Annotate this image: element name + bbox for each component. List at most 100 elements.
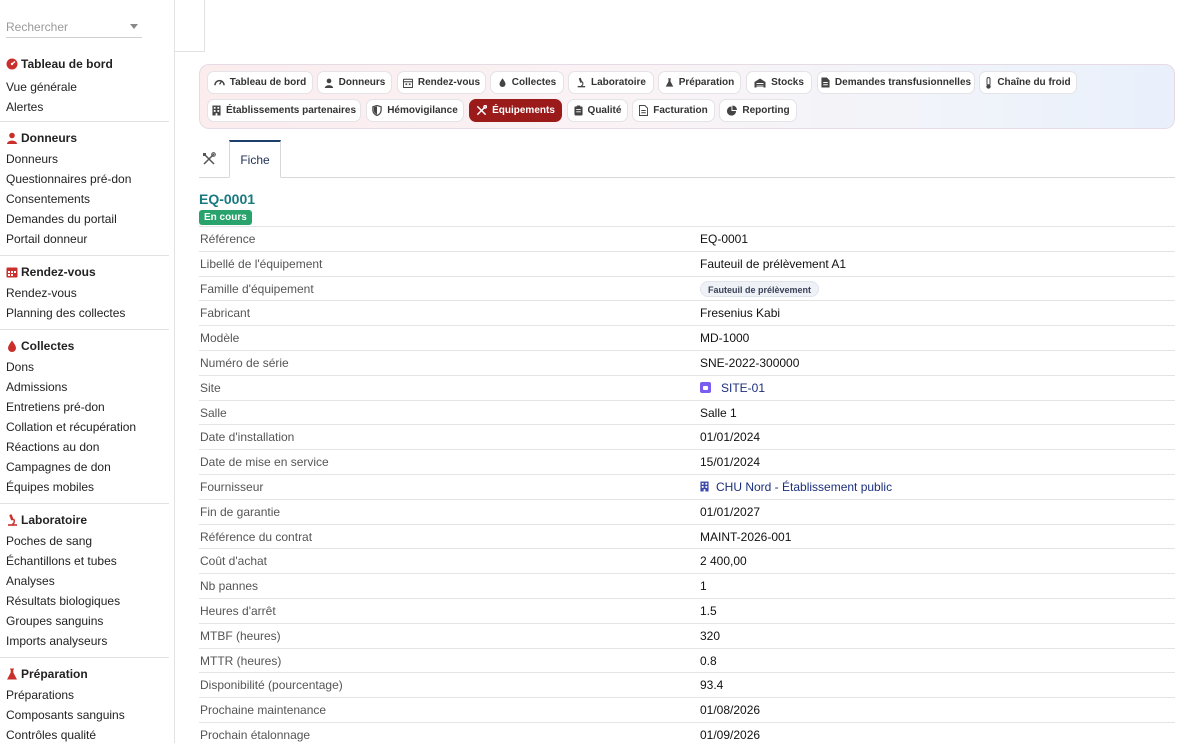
module-tableau-de-bord[interactable]: Tableau de bord [207,71,313,94]
module-stocks[interactable]: Stocks [746,71,812,94]
sidebar-section-title[interactable]: Rendez-vous [0,264,169,280]
sidebar-item[interactable]: Groupes sanguins [0,611,169,631]
field-row: Coût d'achat 2 400,00 [199,548,1175,573]
module-laboratoire[interactable]: Laboratoire [568,71,654,94]
field-row: Prochaine maintenance 01/08/2026 [199,697,1175,722]
supplier-link-text[interactable]: CHU Nord - Établissement public [716,475,892,499]
field-value: 1.5 [700,603,717,618]
sidebar-item[interactable]: Admissions [0,377,169,397]
field-label: Date de mise en service [200,455,329,470]
field-row: Prochain étalonnage 01/09/2026 [199,721,1175,743]
site-link[interactable]: SITE-01 [700,376,765,400]
field-label: Fin de garantie [200,504,281,519]
sidebar-section-title[interactable]: Laboratoire [0,512,169,528]
field-value: Fauteuil de prélèvement A1 [700,256,847,271]
field-row: MTTR (heures) 0.8 [199,647,1175,673]
sidebar-section-title[interactable]: Préparation [0,666,169,682]
module-qualite[interactable]: Qualité [567,99,628,122]
sidebar-item[interactable]: Imports analyseurs [0,631,169,651]
field-label: Nb pannes [200,579,259,594]
purchase-cost-value: 2 400,00 [700,554,747,569]
sidebar-item[interactable]: Rendez-vous [0,283,169,303]
sidebar-item[interactable]: Planning des collectes [0,303,169,323]
field-value: MD-1000 [700,331,750,346]
field-value: 93.4 [700,678,724,693]
field-label: Fabricant [200,306,251,321]
sidebar-item[interactable]: Analyses [0,571,169,591]
sidebar-item[interactable]: Équipes mobiles [0,477,169,497]
field-label: Date d'installation [200,430,295,445]
module-hemovigilance[interactable]: Hémovigilance [366,99,464,122]
sidebar-item[interactable]: Campagnes de don [0,457,169,477]
module-equipements[interactable]: Équipements [469,99,562,122]
site-icon [700,382,711,394]
tools-icon[interactable] [202,152,216,166]
sidebar-divider [0,329,169,330]
field-row: Date de mise en service 15/01/2024 [199,449,1175,474]
sidebar-item[interactable]: Réactions au don [0,437,169,457]
module-etablissements-partenaires[interactable]: Établissements partenaires [207,99,361,122]
search-input[interactable] [6,18,124,36]
field-value-container: Fauteuil de prélèvement [700,277,820,301]
module-demandes-transfusionnelles[interactable]: Demandes transfusionnelles [817,71,975,94]
sidebar-item[interactable]: Donneurs [0,149,169,169]
sidebar-item[interactable]: Alertes [0,97,169,117]
flask-icon [7,668,17,680]
field-value: 01/08/2026 [700,703,761,718]
sidebar-item[interactable]: Questionnaires pré-don [0,169,169,189]
user-icon [7,132,17,144]
sidebar-section-title[interactable]: Donneurs [0,130,169,146]
clipboard-icon [573,105,583,116]
sidebar-section-laboratoire: Laboratoire Poches de sang Échantillons … [0,512,169,651]
module-preparation[interactable]: Préparation [658,71,741,94]
sidebar-section-donneurs: Donneurs Donneurs Questionnaires pré-don… [0,130,169,249]
sidebar-item[interactable]: Échantillons et tubes [0,551,169,571]
sidebar-item[interactable]: Demandes du portail [0,209,169,229]
sidebar-item[interactable]: Collation et récupération [0,417,169,437]
sidebar-item[interactable]: Préparations [0,685,169,705]
module-donneurs[interactable]: Donneurs [317,71,392,94]
sidebar-section-rendez-vous: Rendez-vous Rendez-vous Planning des col… [0,264,169,323]
site-link-text[interactable]: SITE-01 [721,376,765,400]
sidebar-section-title[interactable]: Tableau de bord [0,56,169,72]
sidebar-item[interactable]: Entretiens pré-don [0,397,169,417]
building-icon [700,482,709,492]
sidebar-item[interactable]: Composants sanguins [0,705,169,725]
sidebar: Tableau de bord Vue générale Alertes Don… [0,0,175,743]
field-row: Libellé de l'équipement Fauteuil de prélè… [199,250,1175,276]
pie-chart-icon [727,105,738,116]
module-navigation: Tableau de bord Donneurs Rendez-vous Col… [199,64,1175,129]
field-row: Disponibilité (pourcentage) 93.4 [199,672,1175,697]
tab-fiche[interactable]: Fiche [229,140,281,178]
sidebar-item[interactable]: Consentements [0,189,169,209]
module-reporting[interactable]: Reporting [719,99,797,122]
module-chaine-du-froid[interactable]: Chaîne du froid [979,71,1077,94]
sidebar-section-title[interactable]: Collectes [0,338,169,354]
field-row: Date d'installation 01/01/2024 [199,424,1175,449]
sidebar-item[interactable]: Vue générale [0,77,169,97]
supplier-link[interactable]: CHU Nord - Établissement public [700,475,892,499]
flask-icon [665,78,673,87]
sidebar-item[interactable]: Contrôles qualité [0,725,169,743]
field-value: Salle 1 [700,405,737,420]
tools-icon [476,105,488,116]
chevron-down-icon[interactable] [130,24,138,29]
record-tabs: Fiche [199,140,1175,178]
sidebar-item[interactable]: Résultats biologiques [0,591,169,611]
sidebar-divider [0,657,169,658]
gauge-icon [213,80,225,86]
sidebar-item[interactable]: Portail donneur [0,229,169,249]
module-facturation[interactable]: Facturation [632,99,715,122]
header-spacer [175,0,205,52]
module-rendez-vous[interactable]: Rendez-vous [397,71,486,94]
status-badge: En cours [199,210,252,225]
sidebar-item[interactable]: Dons [0,357,169,377]
search-select[interactable] [6,18,142,38]
field-row: Modèle MD-1000 [199,325,1175,350]
module-collectes[interactable]: Collectes [490,71,564,94]
sidebar-item[interactable]: Poches de sang [0,531,169,551]
microscope-icon [577,77,586,88]
field-row: MTBF (heures) 320 [199,622,1175,648]
microscope-icon [8,514,17,526]
field-label: Site [200,380,221,395]
